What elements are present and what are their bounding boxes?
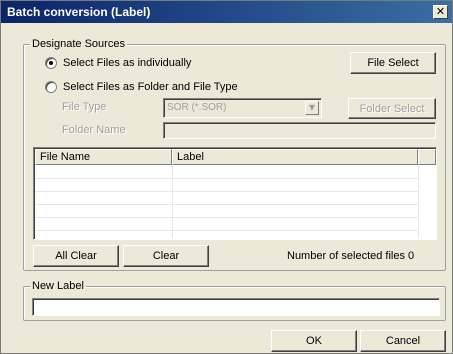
title-bar: Batch conversion (Label) ✕ [1,1,452,23]
window-title: Batch conversion (Label) [7,5,151,19]
column-header-filler [418,149,436,165]
column-divider [418,165,419,238]
radio-folder-label: Select Files as Folder and File Type [63,81,238,93]
cancel-button[interactable]: Cancel [360,330,446,352]
all-clear-button[interactable]: All Clear [33,245,119,267]
new-label-legend: New Label [30,280,86,293]
file-type-label: File Type [62,101,107,113]
column-header-file-name[interactable]: File Name [35,149,172,165]
designate-sources-legend: Designate Sources [30,38,127,51]
clear-button[interactable]: Clear [123,245,209,267]
batch-conversion-dialog: Batch conversion (Label) ✕ Designate Sou… [0,0,453,354]
close-icon[interactable]: ✕ [433,5,448,19]
table-row[interactable] [35,192,418,205]
radio-folder-indicator[interactable] [45,81,57,93]
radio-individually-label: Select Files as individually [63,57,192,69]
table-row[interactable] [35,179,418,192]
file-type-value: SOR (*.SOR) [167,102,227,113]
table-row[interactable] [35,166,418,179]
radio-select-folder[interactable]: Select Files as Folder and File Type [45,81,238,93]
column-header-label[interactable]: Label [172,149,418,165]
folder-name-label: Folder Name [62,124,126,136]
chevron-down-icon[interactable]: ▼ [305,101,319,115]
table-row[interactable] [35,205,418,218]
table-row[interactable] [35,218,418,231]
folder-select-button[interactable]: Folder Select [348,98,436,119]
folder-name-field[interactable] [163,122,436,139]
radio-select-individually[interactable]: Select Files as individually [45,57,191,69]
ok-button[interactable]: OK [271,330,357,352]
new-label-input[interactable] [32,298,440,316]
file-select-button[interactable]: File Select [350,52,436,74]
file-list[interactable]: File Name Label [33,147,437,240]
radio-individually-indicator[interactable] [45,57,57,69]
file-type-select[interactable]: SOR (*.SOR) ▼ [163,98,322,118]
selected-files-count: Number of selected files 0 [287,250,415,262]
